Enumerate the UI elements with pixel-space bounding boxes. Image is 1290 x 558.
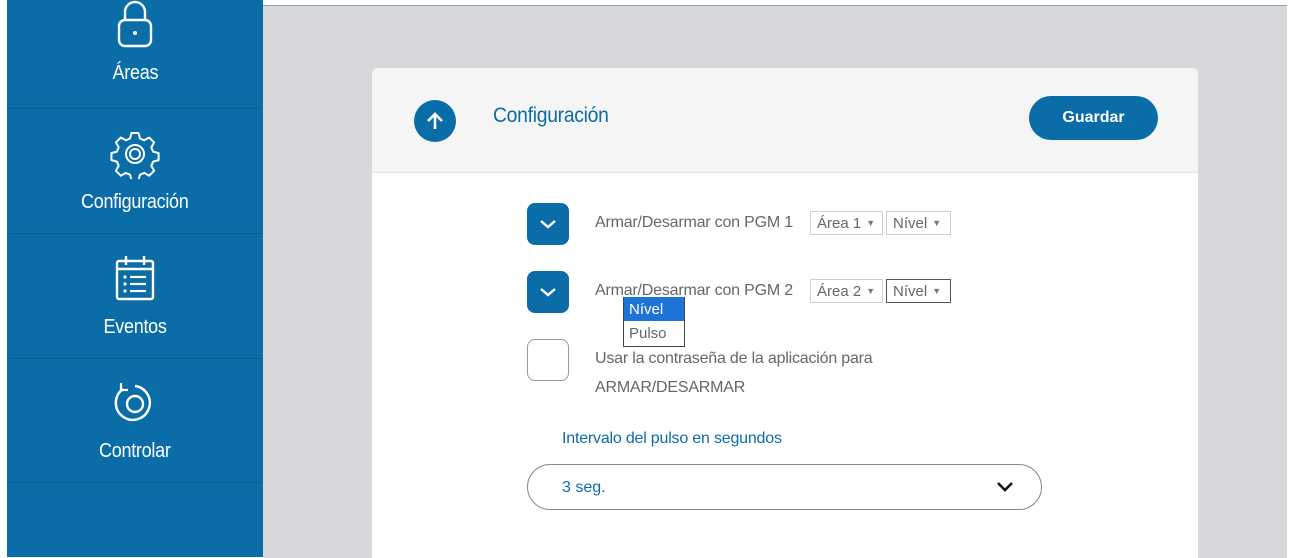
interval-select[interactable]: 3 seg.	[527, 464, 1042, 510]
calendar-list-icon	[115, 256, 155, 301]
sidebar: Áreas Configuración Eventos Controlar	[7, 0, 263, 557]
pgm2-area-value: Área 2	[817, 282, 862, 300]
sidebar-item-label: Controlar	[99, 440, 171, 462]
pgm2-mode-value: Nível	[893, 282, 928, 300]
dropdown-option-pulso[interactable]: Pulso	[624, 321, 684, 345]
password-checkbox[interactable]	[527, 339, 569, 381]
mode-dropdown-list: Nível Pulso	[623, 297, 685, 347]
pgm1-label: Armar/Desarmar con PGM 1	[595, 214, 793, 231]
pgm1-area-select[interactable]: Área 1 ▼	[810, 211, 883, 235]
dropdown-arrow-icon: ▼	[866, 286, 876, 296]
password-option-line1: Usar la contraseña de la aplicación para	[595, 350, 873, 367]
sidebar-item-controlar[interactable]: Controlar	[7, 358, 263, 483]
pgm2-checkbox[interactable]	[527, 271, 569, 313]
sidebar-item-label: Áreas	[112, 62, 158, 84]
save-button[interactable]: Guardar	[1029, 96, 1158, 140]
gear-icon	[110, 132, 160, 179]
dropdown-arrow-icon: ▼	[932, 218, 942, 228]
chevron-down-icon	[540, 288, 556, 297]
dropdown-arrow-icon: ▼	[932, 286, 942, 296]
interval-label: Intervalo del pulso en segundos	[562, 430, 782, 447]
configuration-panel: Configuración Guardar Armar/Desarmar con…	[372, 68, 1198, 558]
pgm2-mode-select[interactable]: Nível ▼	[886, 279, 951, 303]
pgm1-checkbox[interactable]	[527, 203, 569, 245]
pgm1-mode-value: Nível	[893, 214, 928, 232]
pgm1-area-value: Área 1	[817, 214, 862, 232]
lock-icon	[117, 0, 153, 48]
chevron-down-icon	[540, 220, 556, 229]
collapse-button[interactable]	[414, 100, 456, 142]
page-title: Configuración	[493, 104, 609, 127]
dropdown-arrow-icon: ▼	[866, 218, 876, 228]
sidebar-item-configuracion[interactable]: Configuración	[7, 109, 263, 234]
pgm1-mode-select[interactable]: Nível ▼	[886, 211, 951, 235]
sidebar-item-eventos[interactable]: Eventos	[7, 234, 263, 359]
sidebar-item-areas[interactable]: Áreas	[7, 0, 263, 109]
sidebar-item-label: Configuración	[81, 191, 189, 213]
main-content: Configuración Guardar Armar/Desarmar con…	[263, 5, 1287, 558]
chevron-down-icon	[997, 482, 1013, 492]
dropdown-option-nivel[interactable]: Nível	[624, 297, 684, 321]
arrow-up-icon	[427, 112, 443, 129]
password-option-line2: ARMAR/DESARMAR	[595, 379, 746, 396]
pgm2-area-select[interactable]: Área 2 ▼	[810, 279, 883, 303]
rotate-icon	[114, 383, 152, 422]
interval-value: 3 seg.	[562, 479, 606, 496]
sidebar-item-label: Eventos	[103, 316, 167, 338]
panel-header: Configuración Guardar	[372, 68, 1198, 173]
